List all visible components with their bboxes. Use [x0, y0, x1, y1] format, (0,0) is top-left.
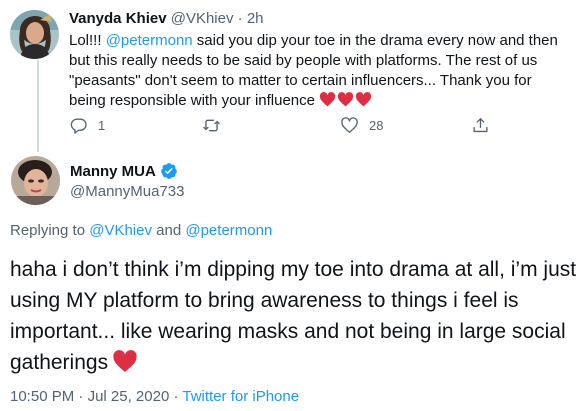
replying-user-link[interactable]: @petermonn	[185, 222, 272, 239]
parent-handle[interactable]: @VKhiev	[171, 10, 234, 27]
retweet-button[interactable]	[202, 116, 231, 135]
parent-display-name[interactable]: Vanyda Khiev	[69, 10, 167, 27]
like-button[interactable]: 28	[340, 116, 383, 135]
reply-button[interactable]: 1	[69, 116, 105, 135]
replying-user-link[interactable]: @VKhiev	[89, 222, 152, 239]
thread-connector-line	[37, 60, 39, 152]
tweet-source-link[interactable]: Twitter for iPhone	[182, 388, 299, 405]
author-handle[interactable]: @MannyMua733	[70, 183, 184, 200]
mention-link[interactable]: @petermonn	[106, 32, 193, 49]
parent-tweet-header: Vanyda Khiev @VKhiev · 2h	[69, 9, 264, 29]
tweet-metadata: 10:50 PM · Jul 25, 2020 · Twitter for iP…	[10, 388, 299, 405]
verified-badge-icon	[160, 162, 178, 180]
replying-and: and	[151, 222, 186, 239]
like-count: 28	[369, 118, 384, 133]
parent-tweet[interactable]: Vanyda Khiev @VKhiev · 2h Lol!!! @peterm…	[0, 0, 587, 152]
tweet-date[interactable]: Jul 25, 2020	[88, 388, 170, 405]
hearts-emoji-group	[319, 92, 372, 107]
parent-text-start: Lol!!!	[69, 32, 106, 49]
red-heart-icon	[112, 350, 138, 373]
parent-tweet-text: Lol!!! @petermonn said you dip your toe …	[69, 31, 569, 111]
retweet-icon	[203, 119, 220, 132]
parent-timestamp[interactable]: 2h	[247, 10, 264, 27]
heart-outline-icon	[341, 117, 358, 133]
author-display-name-row: Manny MUA	[70, 162, 178, 180]
header-separator: ·	[237, 10, 243, 27]
red-heart-icon	[320, 92, 336, 107]
replying-prefix: Replying to	[10, 222, 90, 239]
meta-separator: ·	[74, 388, 88, 405]
tweet-text-content: haha i don’t think i’m dipping my toe in…	[10, 258, 577, 374]
tweet-text: haha i don’t think i’m dipping my toe in…	[10, 254, 580, 378]
red-heart-icon	[338, 92, 354, 107]
share-icon	[473, 117, 488, 133]
reply-icon	[70, 118, 87, 134]
replying-to: Replying to @VKhiev and @petermonn	[10, 222, 272, 239]
parent-avatar[interactable]	[10, 10, 59, 59]
meta-separator: ·	[169, 388, 183, 405]
author-avatar[interactable]	[11, 156, 60, 205]
author-display-name[interactable]: Manny MUA	[70, 163, 156, 180]
red-heart-icon	[356, 92, 372, 107]
parent-action-bar: 1 28	[69, 116, 499, 138]
share-button[interactable]	[471, 116, 490, 135]
reply-count: 1	[98, 118, 106, 133]
tweet-time[interactable]: 10:50 PM	[10, 388, 74, 405]
